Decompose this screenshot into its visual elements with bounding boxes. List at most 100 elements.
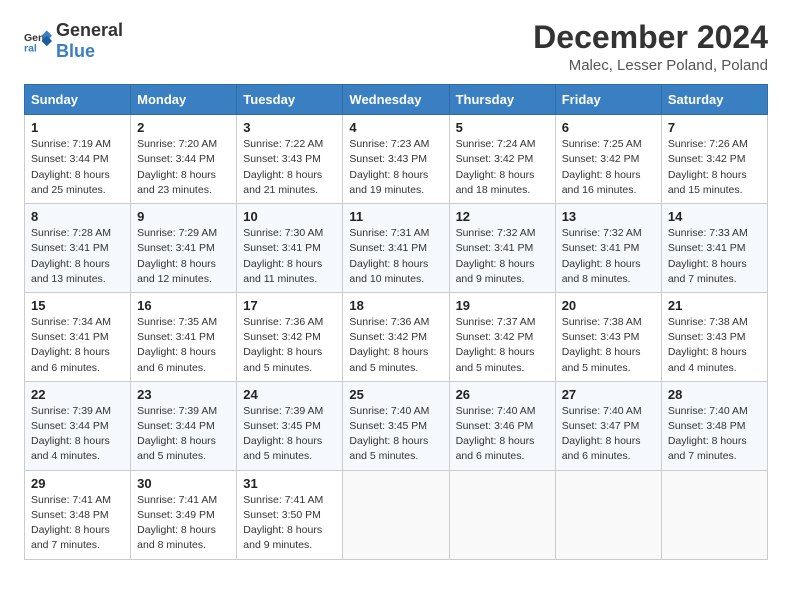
day-cell: 5 Sunrise: 7:24 AMSunset: 3:42 PMDaylight…	[449, 115, 555, 204]
day-cell: 23Sunrise: 7:39 AMSunset: 3:44 PMDayligh…	[131, 381, 237, 470]
day-number: 14	[668, 209, 761, 224]
header-day-sunday: Sunday	[25, 85, 131, 115]
day-number: 16	[137, 298, 230, 313]
day-number: 15	[31, 298, 124, 313]
day-cell: 28 Sunrise: 7:40 AMSunset: 3:48 PMDayligh…	[661, 381, 767, 470]
day-number: 21	[668, 298, 761, 313]
day-cell: 3 Sunrise: 7:22 AMSunset: 3:43 PMDaylight…	[237, 115, 343, 204]
day-number: 18	[349, 298, 442, 313]
day-detail: Sunrise: 7:36 AMSunset: 3:42 PMDaylight:…	[349, 316, 429, 374]
day-cell: 2 Sunrise: 7:20 AMSunset: 3:44 PMDaylight…	[131, 115, 237, 204]
day-number: 4	[349, 120, 442, 135]
day-detail: Sunrise: 7:39 AMSunset: 3:44 PMDaylight:…	[31, 405, 111, 463]
day-detail: Sunrise: 7:41 AMSunset: 3:48 PMDaylight:…	[31, 494, 111, 552]
day-detail: Sunrise: 7:36 AMSunset: 3:42 PMDaylight:…	[243, 316, 323, 374]
day-cell	[449, 470, 555, 559]
day-detail: Sunrise: 7:32 AMSunset: 3:41 PMDaylight:…	[456, 227, 536, 285]
day-number: 22	[31, 387, 124, 402]
day-detail: Sunrise: 7:41 AMSunset: 3:50 PMDaylight:…	[243, 494, 323, 552]
day-detail: Sunrise: 7:24 AMSunset: 3:42 PMDaylight:…	[456, 138, 536, 196]
day-detail: Sunrise: 7:23 AMSunset: 3:43 PMDaylight:…	[349, 138, 429, 196]
main-title: December 2024	[533, 20, 768, 55]
day-detail: Sunrise: 7:26 AMSunset: 3:42 PMDaylight:…	[668, 138, 748, 196]
day-detail: Sunrise: 7:20 AMSunset: 3:44 PMDaylight:…	[137, 138, 217, 196]
logo-icon: Gene ral	[24, 27, 52, 55]
day-detail: Sunrise: 7:30 AMSunset: 3:41 PMDaylight:…	[243, 227, 323, 285]
day-detail: Sunrise: 7:32 AMSunset: 3:41 PMDaylight:…	[562, 227, 642, 285]
week-row-5: 29 Sunrise: 7:41 AMSunset: 3:48 PMDayligh…	[25, 470, 768, 559]
day-number: 19	[456, 298, 549, 313]
day-cell: 25Sunrise: 7:40 AMSunset: 3:45 PMDayligh…	[343, 381, 449, 470]
header-day-wednesday: Wednesday	[343, 85, 449, 115]
day-number: 10	[243, 209, 336, 224]
day-cell: 19 Sunrise: 7:37 AMSunset: 3:42 PMDayligh…	[449, 292, 555, 381]
day-cell: 11Sunrise: 7:31 AMSunset: 3:41 PMDayligh…	[343, 204, 449, 293]
day-number: 12	[456, 209, 549, 224]
day-cell: 10 Sunrise: 7:30 AMSunset: 3:41 PMDayligh…	[237, 204, 343, 293]
day-detail: Sunrise: 7:28 AMSunset: 3:41 PMDaylight:…	[31, 227, 111, 285]
day-number: 8	[31, 209, 124, 224]
day-cell: 14Sunrise: 7:33 AMSunset: 3:41 PMDayligh…	[661, 204, 767, 293]
calendar-header-row: SundayMondayTuesdayWednesdayThursdayFrid…	[25, 85, 768, 115]
header-day-tuesday: Tuesday	[237, 85, 343, 115]
day-cell: 29 Sunrise: 7:41 AMSunset: 3:48 PMDayligh…	[25, 470, 131, 559]
day-detail: Sunrise: 7:29 AMSunset: 3:41 PMDaylight:…	[137, 227, 217, 285]
day-cell: 31 Sunrise: 7:41 AMSunset: 3:50 PMDayligh…	[237, 470, 343, 559]
day-cell	[343, 470, 449, 559]
day-number: 29	[31, 476, 124, 491]
logo-text-general2: ral	[101, 20, 123, 40]
logo: Gene ral General Blue	[24, 20, 123, 62]
week-row-1: 1 Sunrise: 7:19 AMSunset: 3:44 PMDaylight…	[25, 115, 768, 204]
day-detail: Sunrise: 7:40 AMSunset: 3:45 PMDaylight:…	[349, 405, 429, 463]
day-number: 5	[456, 120, 549, 135]
day-cell: 15Sunrise: 7:34 AMSunset: 3:41 PMDayligh…	[25, 292, 131, 381]
header-day-saturday: Saturday	[661, 85, 767, 115]
day-number: 20	[562, 298, 655, 313]
day-detail: Sunrise: 7:38 AMSunset: 3:43 PMDaylight:…	[668, 316, 748, 374]
logo-text-general: Gene	[56, 20, 101, 40]
day-cell: 30Sunrise: 7:41 AMSunset: 3:49 PMDayligh…	[131, 470, 237, 559]
day-number: 2	[137, 120, 230, 135]
day-cell: 16 Sunrise: 7:35 AMSunset: 3:41 PMDayligh…	[131, 292, 237, 381]
day-detail: Sunrise: 7:40 AMSunset: 3:48 PMDaylight:…	[668, 405, 748, 463]
header: Gene ral General Blue December 2024 Male…	[24, 20, 768, 74]
week-row-4: 22 Sunrise: 7:39 AMSunset: 3:44 PMDayligh…	[25, 381, 768, 470]
day-cell: 9 Sunrise: 7:29 AMSunset: 3:41 PMDaylight…	[131, 204, 237, 293]
day-detail: Sunrise: 7:39 AMSunset: 3:45 PMDaylight:…	[243, 405, 323, 463]
header-day-thursday: Thursday	[449, 85, 555, 115]
day-number: 1	[31, 120, 124, 135]
day-cell: 17Sunrise: 7:36 AMSunset: 3:42 PMDayligh…	[237, 292, 343, 381]
day-detail: Sunrise: 7:35 AMSunset: 3:41 PMDaylight:…	[137, 316, 217, 374]
header-day-friday: Friday	[555, 85, 661, 115]
day-number: 6	[562, 120, 655, 135]
day-cell: 27Sunrise: 7:40 AMSunset: 3:47 PMDayligh…	[555, 381, 661, 470]
day-cell	[555, 470, 661, 559]
subtitle: Malec, Lesser Poland, Poland	[533, 57, 768, 74]
day-cell: 20 Sunrise: 7:38 AMSunset: 3:43 PMDayligh…	[555, 292, 661, 381]
day-detail: Sunrise: 7:25 AMSunset: 3:42 PMDaylight:…	[562, 138, 642, 196]
week-row-2: 8 Sunrise: 7:28 AMSunset: 3:41 PMDaylight…	[25, 204, 768, 293]
day-number: 9	[137, 209, 230, 224]
day-number: 3	[243, 120, 336, 135]
day-number: 31	[243, 476, 336, 491]
day-number: 11	[349, 209, 442, 224]
day-number: 28	[668, 387, 761, 402]
day-cell: 12 Sunrise: 7:32 AMSunset: 3:41 PMDayligh…	[449, 204, 555, 293]
day-cell: 7 Sunrise: 7:26 AMSunset: 3:42 PMDaylight…	[661, 115, 767, 204]
title-area: December 2024 Malec, Lesser Poland, Pola…	[533, 20, 768, 74]
day-number: 7	[668, 120, 761, 135]
day-number: 23	[137, 387, 230, 402]
svg-text:ral: ral	[24, 43, 37, 55]
day-cell: 13 Sunrise: 7:32 AMSunset: 3:41 PMDayligh…	[555, 204, 661, 293]
day-number: 13	[562, 209, 655, 224]
day-detail: Sunrise: 7:38 AMSunset: 3:43 PMDaylight:…	[562, 316, 642, 374]
day-detail: Sunrise: 7:37 AMSunset: 3:42 PMDaylight:…	[456, 316, 536, 374]
day-cell: 6 Sunrise: 7:25 AMSunset: 3:42 PMDaylight…	[555, 115, 661, 204]
day-detail: Sunrise: 7:40 AMSunset: 3:47 PMDaylight:…	[562, 405, 642, 463]
day-cell: 18 Sunrise: 7:36 AMSunset: 3:42 PMDayligh…	[343, 292, 449, 381]
week-row-3: 15Sunrise: 7:34 AMSunset: 3:41 PMDayligh…	[25, 292, 768, 381]
day-cell: 26Sunrise: 7:40 AMSunset: 3:46 PMDayligh…	[449, 381, 555, 470]
day-detail: Sunrise: 7:22 AMSunset: 3:43 PMDaylight:…	[243, 138, 323, 196]
day-detail: Sunrise: 7:19 AMSunset: 3:44 PMDaylight:…	[31, 138, 111, 196]
logo-text-blue: Blue	[56, 41, 95, 61]
